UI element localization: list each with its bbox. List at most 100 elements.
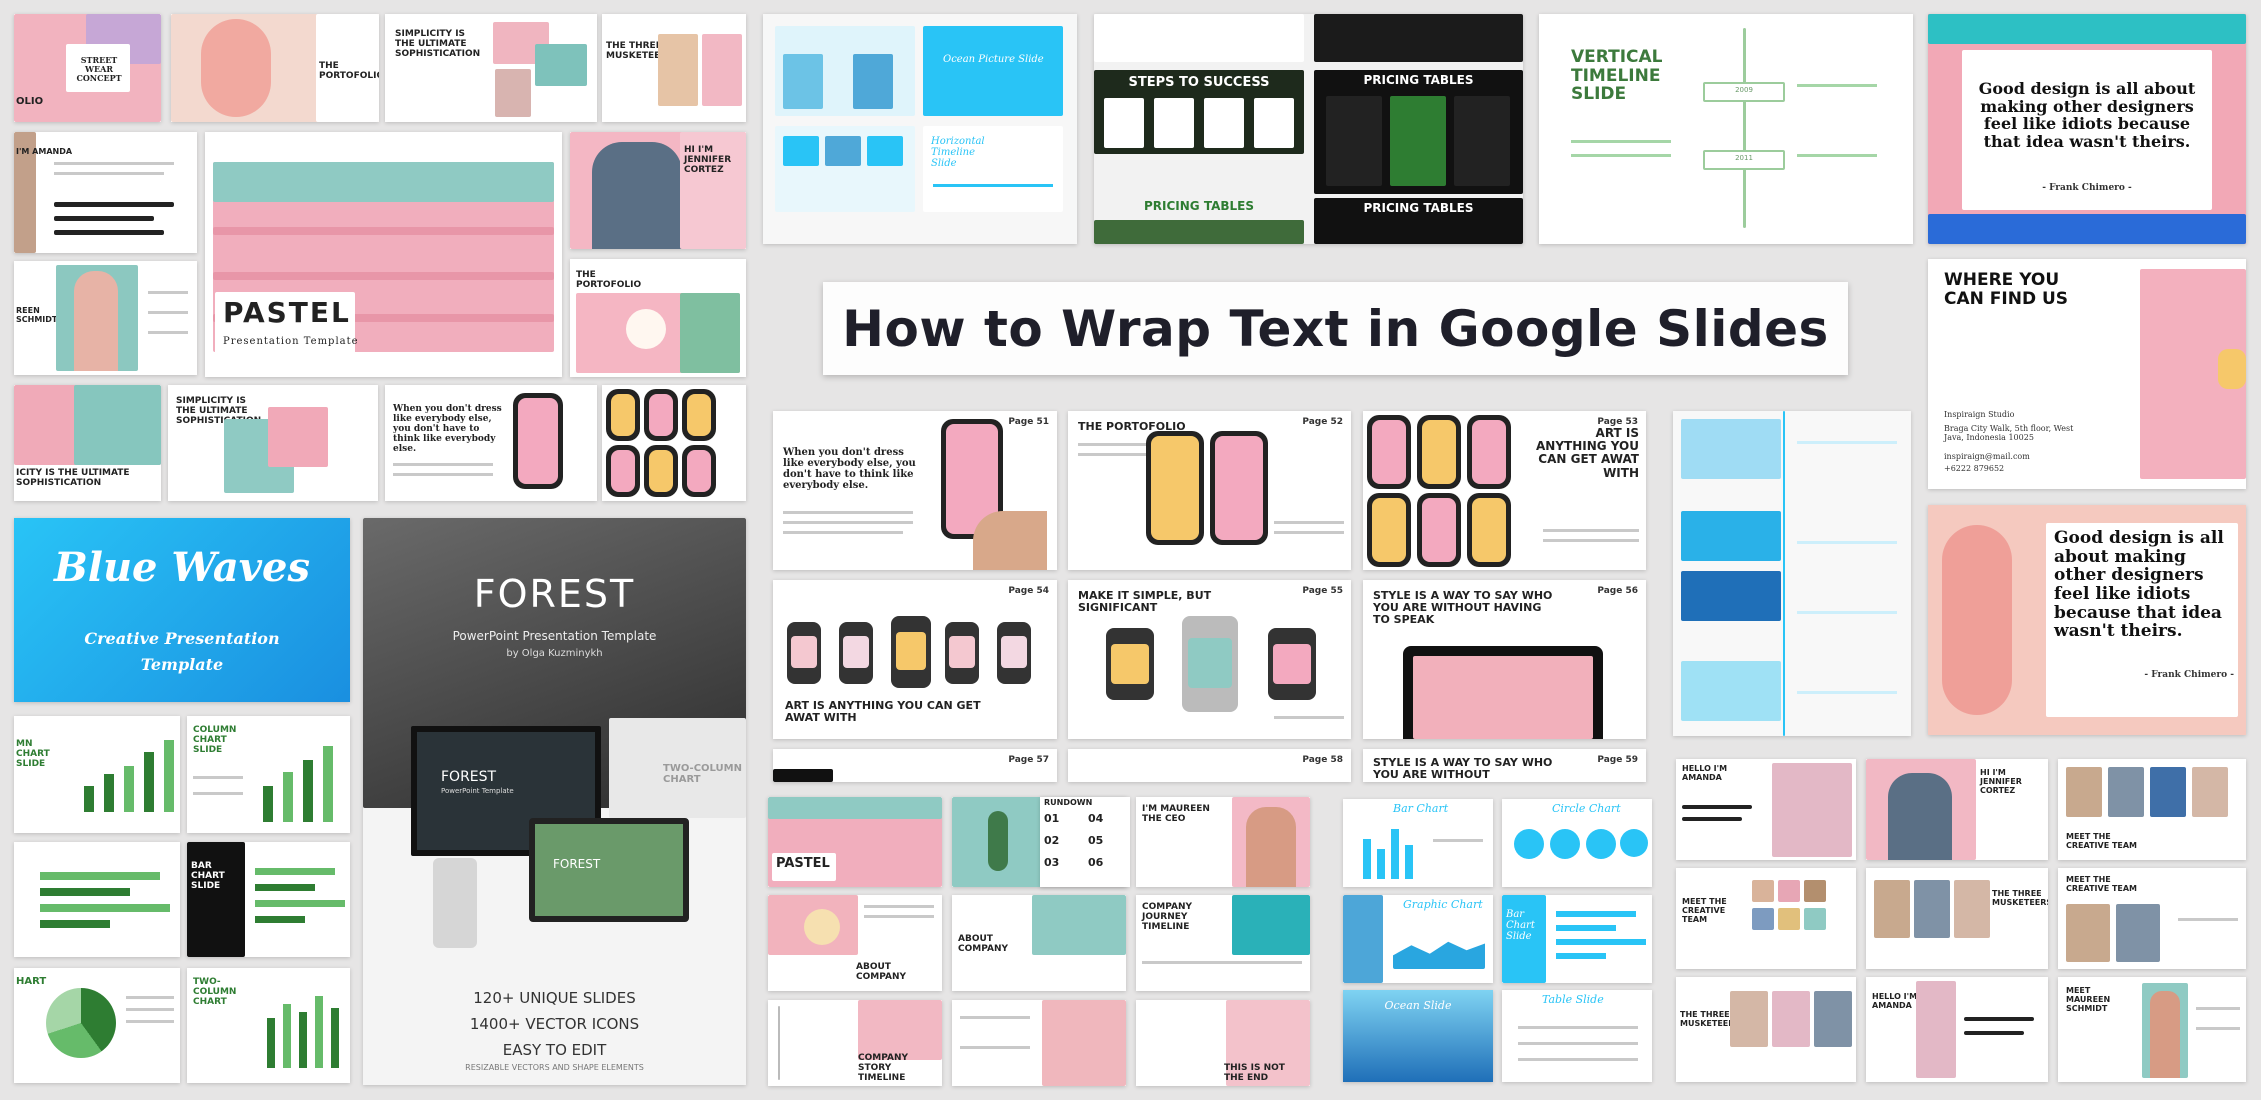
thumb-meet-team-2: MEET THE CREATIVE TEAM: [1676, 868, 1856, 969]
ocean-slide-title: Ocean Slide: [1384, 999, 1452, 1012]
thumb-rundown: RUNDOWN 01 04 02 05 03 06: [1040, 797, 1130, 887]
about-company-title: ABOUT COMPANY: [856, 962, 906, 982]
pastel-mini-title: PASTEL: [776, 856, 830, 871]
thumb-about-company-2: ABOUT COMPANY: [952, 895, 1126, 991]
thumb-not-end: THIS IS NOT THE END: [1136, 1000, 1310, 1086]
thumb-hi-jennifer: HI I'M JENNIFER CORTEZ: [570, 132, 746, 249]
pie-chart: [46, 988, 116, 1058]
timeline-year-2011: 2011: [1735, 154, 1753, 162]
art-anything-2-title: ART IS ANYTHING YOU CAN GET AWAT WITH: [785, 699, 981, 725]
thumb-maureen-ceo: I'M MAUREEN THE CEO: [1136, 797, 1310, 887]
design-quote-2-author: - Frank Chimero -: [2144, 670, 2234, 680]
studio-name: Inspiraign Studio: [1944, 410, 2015, 419]
thumb-meet-team-3: MEET THE CREATIVE TEAM: [2058, 868, 2246, 969]
rundown-06: 06: [1088, 856, 1104, 869]
thumb-page-58: Page 58: [1068, 749, 1351, 782]
amanda-title: I'M AMANDA: [16, 147, 73, 156]
not-end-title: THIS IS NOT THE END: [1224, 1063, 1285, 1083]
forest-author: by Olga Kuzminykh: [506, 648, 603, 659]
thumb-portofolio-flower: THE PORTOFOLIO: [570, 259, 746, 377]
thumb-pastel-cover: PASTEL Presentation Template: [205, 132, 562, 377]
headline-title: How to Wrap Text in Google Slides: [842, 299, 1829, 358]
table-slide-title: Table Slide: [1542, 993, 1604, 1006]
thumb-dress-quote-small: When you don't dress like everybody else…: [385, 385, 597, 501]
headline-banner: How to Wrap Text in Google Slides: [823, 282, 1848, 375]
dress-quote-small: When you don't dress like everybody else…: [393, 404, 502, 454]
vector-icons: 1400+ VECTOR ICONS: [469, 1015, 640, 1033]
thumb-design-quote: Good design is all about making other de…: [1928, 14, 2246, 244]
folio-title: OLIO: [16, 96, 44, 107]
thumb-page-55: Page 55 MAKE IT SIMPLE, BUT SIGNIFICANT: [1068, 580, 1351, 739]
thumb-page-59: Page 59 STYLE IS A WAY TO SAY WHO YOU AR…: [1363, 749, 1646, 782]
art-anything-title: ART IS ANYTHING YOU CAN GET AWAT WITH: [1536, 426, 1639, 480]
ocean-picture-title: Ocean Picture Slide: [943, 54, 1044, 65]
bar-chart-slide-title: Bar Chart Slide: [1506, 909, 1535, 942]
street-wear-title: STREET WEAR CONCEPT: [76, 55, 122, 83]
thumb-simplicity-2: SIMPLICITY IS THE ULTIMATE SOPHISTICATIO…: [168, 385, 378, 501]
thumb-amanda: I'M AMANDA: [14, 132, 197, 253]
thumb-vertical-timeline: VERTICAL TIMELINE SLIDE 2009 2011: [1539, 14, 1913, 244]
company-story-title: COMPANY STORY TIMELINE: [858, 1053, 908, 1083]
page-51-label: Page 51: [1008, 417, 1049, 427]
page-52-label: Page 52: [1302, 417, 1343, 427]
pricing-tables-title: PRICING TABLES: [1363, 73, 1474, 87]
reen-schmidt-title: REEN SCHMIDT: [16, 306, 58, 324]
timeline-year-2009: 2009: [1735, 86, 1753, 94]
column-chart-title: COLUMN CHART SLIDE: [193, 725, 237, 755]
horizontal-timeline-title: Horizontal Timeline Slide: [931, 136, 985, 169]
hello-amanda-title: HELLO I'M AMANDA: [1682, 764, 1728, 782]
bar-chart-script-title: Bar Chart: [1393, 802, 1449, 815]
thumb-table-slide: Table Slide: [1502, 990, 1652, 1082]
two-column-label: TWO-COLUMN CHART: [663, 763, 742, 785]
thumb-pastel-mini: PASTEL: [768, 797, 942, 887]
graphic-chart-title: Graphic Chart: [1403, 898, 1483, 911]
about-company-2-title: ABOUT COMPANY: [958, 934, 1008, 954]
thumb-page-56: Page 56 STYLE IS A WAY TO SAY WHO YOU AR…: [1363, 580, 1646, 739]
thumb-hello-amanda-2: HELLO I'M AMANDA: [1866, 977, 2048, 1082]
forest-monitor-title: FOREST: [553, 857, 601, 871]
pastel-subtitle: Presentation Template: [223, 336, 359, 347]
rundown-title: RUNDOWN: [1044, 798, 1093, 807]
thumb-bar-chart-script: Bar Chart: [1343, 799, 1493, 887]
design-quote-2-text: Good design is all about making other de…: [2054, 528, 2224, 642]
thumb-blue-waves: Blue Waves Creative Presentation Templat…: [14, 518, 350, 702]
rundown-05: 05: [1088, 834, 1104, 847]
page-59-label: Page 59: [1597, 755, 1638, 765]
thumb-three-musketeers-3: THE THREE MUSKETEERS: [1676, 977, 1856, 1082]
style-way-2-title: STYLE IS A WAY TO SAY WHO YOU ARE WITHOU…: [1373, 756, 1553, 782]
resizable-label: RESIZABLE VECTORS AND SHAPE ELEMENTS: [465, 1063, 644, 1072]
make-simple-title: MAKE IT SIMPLE, BUT SIGNIFICANT: [1078, 589, 1212, 615]
mn-chart-title: MN CHART SLIDE: [16, 739, 50, 769]
thumb-pink-building: [952, 1000, 1126, 1086]
portofolio-flower-title: THE PORTOFOLIO: [576, 270, 642, 290]
thumb-company-journey: COMPANY JOURNEY TIMELINE: [1136, 895, 1310, 991]
rundown-01: 01: [1044, 812, 1060, 825]
icity-title: ICITY IS THE ULTIMATE SOPHISTICATION: [16, 468, 130, 488]
thumb-pricing-set: STEPS TO SUCCESS PRICING TABLES PRICING …: [1094, 14, 1523, 244]
easy-edit: EASY TO EDIT: [502, 1041, 607, 1059]
thumb-reen-schmidt: REEN SCHMIDT: [14, 261, 197, 375]
thumb-mn-chart: MN CHART SLIDE: [14, 716, 180, 833]
forest-subtitle: PowerPoint Presentation Template: [452, 629, 657, 643]
thumb-design-quote-flamingo: Good design is all about making other de…: [1928, 505, 2246, 735]
page-55-label: Page 55: [1302, 586, 1343, 596]
where-find-title: WHERE YOU CAN FIND US: [1944, 270, 2069, 309]
company-journey-title: COMPANY JOURNEY TIMELINE: [1142, 902, 1192, 932]
blue-waves-subtitle: Creative Presentation Template: [84, 629, 280, 674]
thumb-blue-list: [1673, 411, 1911, 736]
thumb-hi-jennifer-2: HI I'M JENNIFER CORTEZ: [1866, 759, 2048, 860]
pricing-tables-3-title: PRICING TABLES: [1363, 201, 1474, 215]
thumb-column-chart: COLUMN CHART SLIDE: [187, 716, 350, 833]
two-column-chart-title: TWO-COLUMN CHART: [193, 977, 237, 1007]
meet-team-title: MEET THE CREATIVE TEAM: [2066, 832, 2138, 850]
page-58-label: Page 58: [1302, 755, 1343, 765]
thumb-page-53: Page 53 ART IS ANYTHING YOU CAN GET AWAT…: [1363, 411, 1646, 570]
hi-jennifer-2-title: HI I'M JENNIFER CORTEZ: [1980, 768, 2022, 795]
thumb-meet-maureen: MEET MAUREEN SCHMIDT: [2058, 977, 2246, 1082]
forest-screen-subtitle: PowerPoint Template: [441, 787, 514, 795]
thumb-pie-chart: HART: [14, 968, 180, 1083]
thumb-portofolio-flamingo: THE PORTOFOLIO: [171, 14, 379, 122]
meet-team-2-title: MEET THE CREATIVE TEAM: [1682, 897, 1727, 924]
bar-chart-title: BAR CHART SLIDE: [191, 861, 225, 891]
forest-title: FOREST: [473, 572, 636, 616]
